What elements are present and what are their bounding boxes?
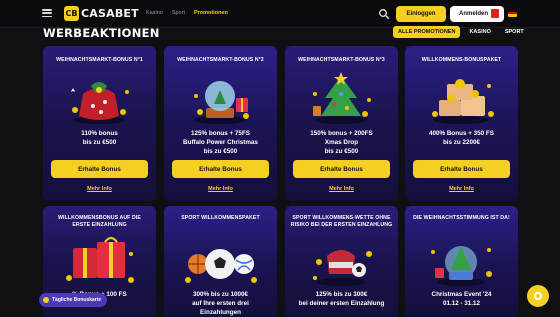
more-info-link[interactable]: Mehr Info <box>405 186 518 192</box>
filter-all[interactable]: ALLE PROMOTIONEN <box>393 26 461 38</box>
top-header: CB CASABET Kasino Sport Promotionen Einl… <box>0 0 560 28</box>
german-flag-icon[interactable] <box>508 9 517 17</box>
promo-card: WEIHNACHTSMARKT-BONUS N°2 125% bonus + 7… <box>164 46 277 201</box>
promo-card: SPORT WILLKOMMENSPAKET 300% bis zu 1000€… <box>164 206 277 317</box>
chat-icon <box>533 291 543 301</box>
nav-promotionen[interactable]: Promotionen <box>194 10 228 16</box>
get-bonus-button[interactable]: Erhalte Bonus <box>51 160 148 178</box>
signup-label: Anmelden <box>459 11 489 17</box>
more-info-link[interactable]: Mehr Info <box>164 186 277 192</box>
card-description: Christmas Event '24 01.12 - 31.12 <box>431 291 492 308</box>
card-title: SPORT WILLKOMMENS-WETTE OHNE RISIKO BEI … <box>290 215 393 229</box>
promo-filters: ALLE PROMOTIONEN KASINO SPORT <box>393 26 529 38</box>
filter-kasino[interactable]: KASINO <box>464 26 495 38</box>
more-info-link[interactable]: Mehr Info <box>285 186 398 192</box>
bonus-card-icon <box>43 297 49 303</box>
treasure-boxes-icon <box>432 79 494 124</box>
logo-text: CASABET <box>81 7 139 20</box>
card-description: 300% bis zu 1000€ auf Ihre ersten drei E… <box>192 291 249 317</box>
nav-kasino[interactable]: Kasino <box>146 10 163 16</box>
gift-sack-icon <box>71 82 129 124</box>
card-title: WEIHNACHTSMARKT-BONUS N°3 <box>298 57 385 63</box>
get-bonus-button[interactable]: Erhalte Bonus <box>413 160 510 178</box>
sport-shield-icon <box>313 250 372 286</box>
card-title: WEIHNACHTSMARKT-BONUS N°2 <box>177 57 264 63</box>
red-gifts-icon <box>66 237 134 283</box>
filter-sport[interactable]: SPORT <box>500 26 529 38</box>
snow-globe-icon <box>194 81 249 124</box>
logo-badge: CB <box>64 6 79 21</box>
card-description: 110% bonus bis zu €500 <box>81 130 118 147</box>
main-nav: Kasino Sport Promotionen <box>146 10 228 16</box>
promo-card: DIE WEIHNACHTSSTIMMUNG IST DA! Christmas… <box>405 206 518 317</box>
menu-icon[interactable] <box>42 9 52 17</box>
get-bonus-button[interactable]: Erhalte Bonus <box>293 160 390 178</box>
card-title: WILLKOMMENS-BONUSPAKET <box>421 57 502 63</box>
nav-sport[interactable]: Sport <box>172 10 185 16</box>
search-icon[interactable] <box>378 8 390 20</box>
gift-icon <box>491 9 499 18</box>
promo-card: SPORT WILLKOMMENS-WETTE OHNE RISIKO BEI … <box>285 206 398 317</box>
card-title: DIE WEIHNACHTSSTIMMUNG IST DA! <box>413 215 510 221</box>
login-button[interactable]: Einloggen <box>396 6 446 22</box>
card-title: WILLKOMMENSBONUS AUF DIE ERSTE EINZAHLUN… <box>58 215 141 229</box>
promo-card: WEIHNACHTSMARKT-BONUS N°1 110% bonus bis… <box>43 46 156 201</box>
card-description: 150% bonus + 200FS Xmas Drop bis zu €500 <box>310 130 373 156</box>
page-title: WERBEAKTIONEN <box>43 26 160 40</box>
tree-globe-icon <box>431 246 492 286</box>
casabet-logo[interactable]: CB CASABET <box>64 6 139 21</box>
signup-button[interactable]: Anmelden <box>450 6 504 22</box>
card-description: 125% bonus + 75FS Buffalo Power Christma… <box>183 130 258 156</box>
card-description: 400% Bonus + 350 FS bis zu 2200€ <box>429 130 494 147</box>
promo-card: WEIHNACHTSMARKT-BONUS N°3 150% bonus + 2… <box>285 46 398 201</box>
card-description: 125% bis zu 300€ bei deiner ersten Einza… <box>298 291 385 308</box>
card-title: WEIHNACHTSMARKT-BONUS N°1 <box>56 57 143 63</box>
promo-card: WILLKOMMENS-BONUSPAKET 400% Bonus + 350 … <box>405 46 518 201</box>
card-title: SPORT WILLKOMMENSPAKET <box>181 215 260 221</box>
christmas-tree-icon <box>313 72 371 124</box>
chip-label: Tägliche Bonuskarte <box>52 297 102 303</box>
daily-bonus-card-chip[interactable]: Tägliche Bonuskarte <box>39 293 108 307</box>
sport-balls-icon <box>185 249 257 283</box>
get-bonus-button[interactable]: Erhalte Bonus <box>172 160 269 178</box>
more-info-link[interactable]: Mehr Info <box>43 186 156 192</box>
chat-support-button[interactable] <box>527 285 549 307</box>
